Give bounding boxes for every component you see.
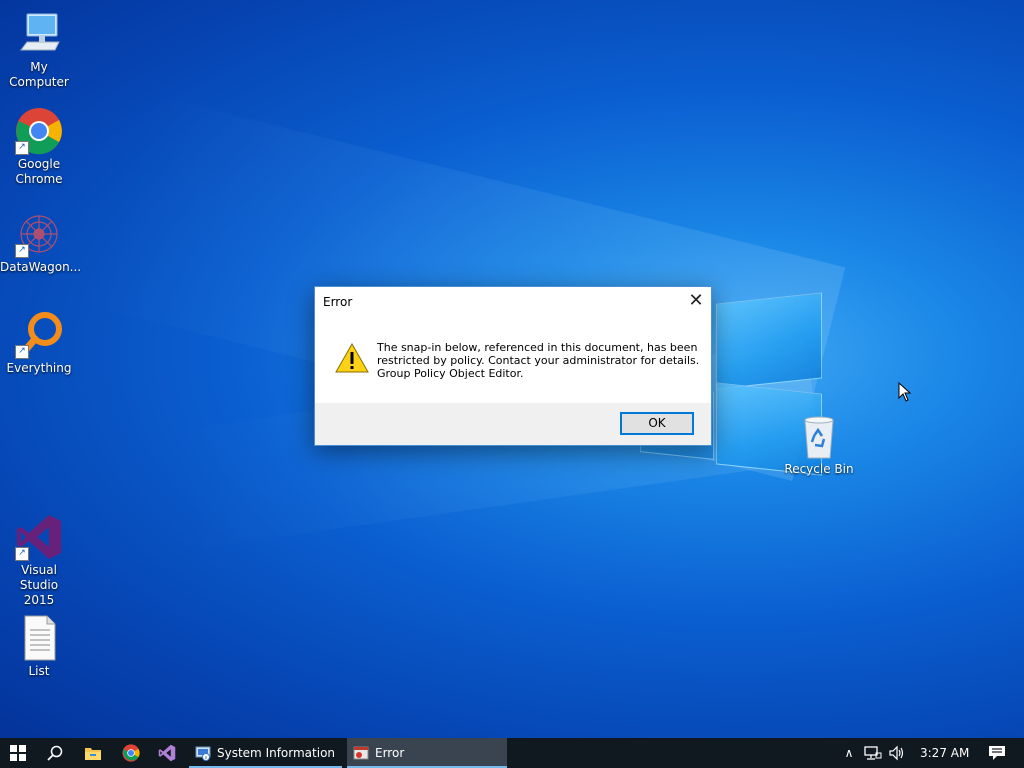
desktop-icon-label: DataWagon... bbox=[0, 260, 82, 274]
shortcut-arrow-icon: ↗ bbox=[15, 244, 29, 258]
dialog-footer: OK bbox=[315, 403, 711, 445]
recycle-bin-icon bbox=[795, 412, 843, 460]
action-center-icon[interactable] bbox=[988, 745, 1006, 761]
volume-icon[interactable] bbox=[888, 745, 906, 761]
shortcut-arrow-icon: ↗ bbox=[15, 547, 29, 561]
desktop-icon-visual-studio-2015[interactable]: ↗ Visual Studio 2015 bbox=[0, 513, 78, 608]
desktop-icon-label: Visual Studio 2015 bbox=[19, 563, 59, 607]
text-document-icon bbox=[15, 614, 63, 662]
dialog-title: Error bbox=[323, 295, 353, 309]
taskbar-task-error[interactable]: Error bbox=[347, 738, 507, 768]
desktop-icon-label: My Computer bbox=[9, 60, 69, 89]
windows-start-icon bbox=[10, 745, 26, 761]
network-icon[interactable] bbox=[864, 745, 882, 761]
dialog-message-line: The snap-in below, referenced in this do… bbox=[377, 341, 698, 354]
file-explorer-icon bbox=[85, 748, 101, 760]
taskbar-visual-studio[interactable] bbox=[150, 738, 184, 768]
taskbar: System Information Error ∧ 3:27 AM bbox=[0, 738, 1024, 768]
desktop-icon-list[interactable]: List bbox=[0, 614, 78, 679]
dialog-message-line: Group Policy Object Editor. bbox=[377, 367, 524, 380]
dialog-message-line: restricted by policy. Contact your admin… bbox=[377, 354, 700, 367]
dialog-message: The snap-in below, referenced in this do… bbox=[377, 341, 700, 380]
datawagon-icon: ↗ bbox=[15, 210, 63, 258]
desktop-icon-label: Everything bbox=[6, 361, 72, 375]
clock[interactable]: 3:27 AM bbox=[920, 746, 970, 760]
dialog-titlebar[interactable]: Error ✕ bbox=[315, 287, 711, 317]
computer-icon bbox=[15, 10, 63, 58]
taskbar-file-explorer[interactable] bbox=[76, 738, 110, 768]
taskbar-task-label: System Information bbox=[217, 746, 336, 760]
desktop-icon-google-chrome[interactable]: ↗ Google Chrome bbox=[0, 107, 78, 187]
chrome-icon: ↗ bbox=[15, 107, 63, 155]
desktop-icon-recycle-bin[interactable]: Recycle Bin bbox=[780, 412, 858, 477]
close-button[interactable]: ✕ bbox=[681, 287, 711, 317]
ok-button[interactable]: OK bbox=[620, 412, 694, 435]
taskbar-chrome[interactable] bbox=[114, 738, 148, 768]
visual-studio-icon: ↗ bbox=[15, 513, 63, 561]
system-information-icon bbox=[195, 746, 211, 761]
error-dialog: Error ✕ The snap-in below, referenced in… bbox=[314, 286, 712, 446]
shortcut-arrow-icon: ↗ bbox=[15, 141, 29, 155]
search-button[interactable] bbox=[38, 738, 72, 768]
search-icon bbox=[47, 745, 63, 761]
error-window-icon bbox=[353, 746, 369, 760]
desktop-icon-label: Recycle Bin bbox=[784, 462, 854, 476]
taskbar-task-system-information[interactable]: System Information bbox=[189, 738, 342, 768]
visual-studio-icon bbox=[158, 744, 176, 762]
warning-icon bbox=[335, 342, 369, 373]
desktop-icon-everything[interactable]: ↗ Everything bbox=[0, 311, 78, 376]
desktop-icon-label: List bbox=[28, 664, 50, 678]
desktop-icon-my-computer[interactable]: My Computer bbox=[0, 10, 78, 90]
shortcut-arrow-icon: ↗ bbox=[15, 345, 29, 359]
show-hidden-icons-button[interactable]: ∧ bbox=[838, 746, 860, 760]
start-button[interactable] bbox=[0, 738, 36, 768]
dialog-body: The snap-in below, referenced in this do… bbox=[315, 317, 711, 403]
desktop-icon-datawagon[interactable]: ↗ DataWagon... bbox=[0, 210, 82, 275]
desktop: My Computer ↗ Google Chrome ↗ DataWagon.… bbox=[0, 0, 1024, 738]
chrome-icon bbox=[122, 744, 140, 762]
taskbar-task-label: Error bbox=[375, 746, 405, 760]
system-tray: ∧ 3:27 AM bbox=[838, 738, 1006, 768]
everything-search-icon: ↗ bbox=[15, 311, 63, 359]
desktop-icon-label: Google Chrome bbox=[15, 157, 63, 186]
mouse-cursor-icon bbox=[898, 382, 912, 402]
